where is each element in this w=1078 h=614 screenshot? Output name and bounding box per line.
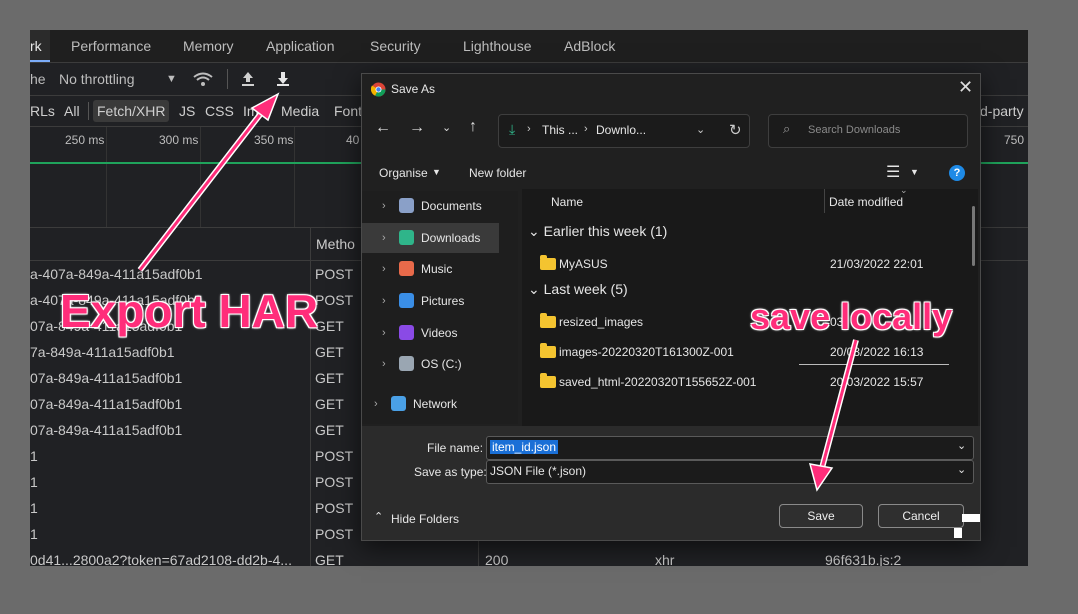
export-har-annotation: Export HAR [60, 285, 319, 337]
save-locally-annotation: save locally [750, 296, 953, 337]
save-arrow [808, 339, 859, 492]
export-arrow [137, 92, 280, 272]
screenshot-frame: rk Performance Memory Application Securi… [0, 0, 1078, 614]
